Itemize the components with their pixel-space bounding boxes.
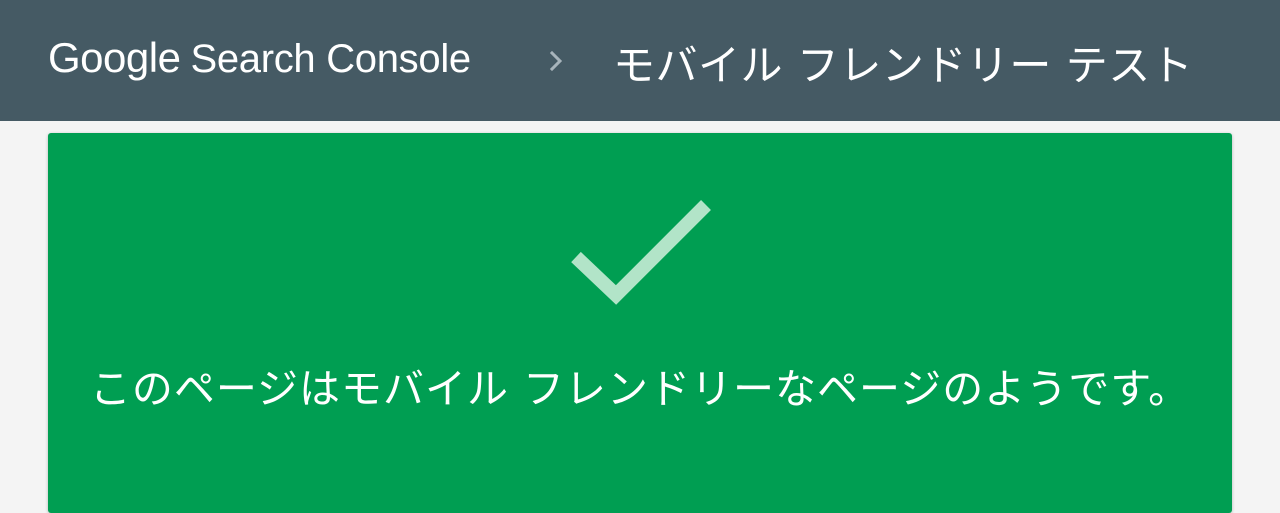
page-title: モバイル フレンドリー テスト (613, 41, 1194, 90)
result-message: このページはモバイル フレンドリーなページのようです。 (89, 365, 1191, 413)
product-name: Search Console (190, 37, 471, 81)
chevron-right-icon (545, 50, 567, 72)
test-result-card: このページはモバイル フレンドリーなページのようです。 (48, 133, 1232, 513)
checkmark-icon (566, 195, 716, 315)
app-header: Google Search Console モバイル フレンドリー テスト (0, 0, 1280, 121)
brand-logo[interactable]: Google Search Console (48, 34, 471, 82)
google-wordmark: Google (48, 34, 181, 81)
